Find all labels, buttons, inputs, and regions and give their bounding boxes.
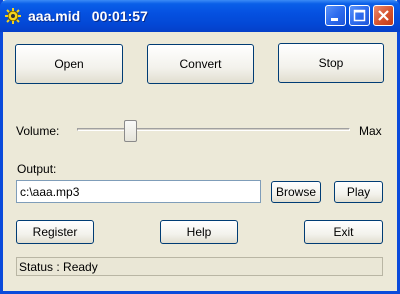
browse-button[interactable]: Browse: [271, 181, 321, 203]
exit-button[interactable]: Exit: [304, 220, 383, 244]
stop-button[interactable]: Stop: [278, 43, 384, 83]
maximize-button[interactable]: [349, 5, 370, 26]
minimize-icon: [331, 18, 338, 21]
minimize-button[interactable]: [325, 5, 346, 26]
help-button[interactable]: Help: [160, 220, 238, 244]
convert-button[interactable]: Convert: [147, 44, 254, 84]
maximize-icon: [353, 9, 366, 22]
play-button[interactable]: Play: [334, 181, 383, 203]
open-button[interactable]: Open: [15, 44, 123, 84]
title-bar[interactable]: aaa.mid 00:01:57: [0, 0, 400, 32]
volume-slider-track[interactable]: [77, 128, 350, 131]
register-button[interactable]: Register: [16, 220, 94, 244]
output-path-field[interactable]: c:\aaa.mp3: [16, 180, 261, 203]
output-label: Output:: [17, 162, 57, 176]
close-button[interactable]: [373, 5, 394, 26]
close-icon: [378, 10, 389, 21]
volume-slider-thumb[interactable]: [123, 120, 137, 142]
volume-max-label: Max: [359, 124, 382, 138]
window-title: aaa.mid 00:01:57: [28, 8, 148, 24]
status-bar: Status : Ready: [16, 257, 383, 276]
volume-label: Volume:: [16, 124, 60, 138]
gear-icon: [5, 8, 21, 24]
